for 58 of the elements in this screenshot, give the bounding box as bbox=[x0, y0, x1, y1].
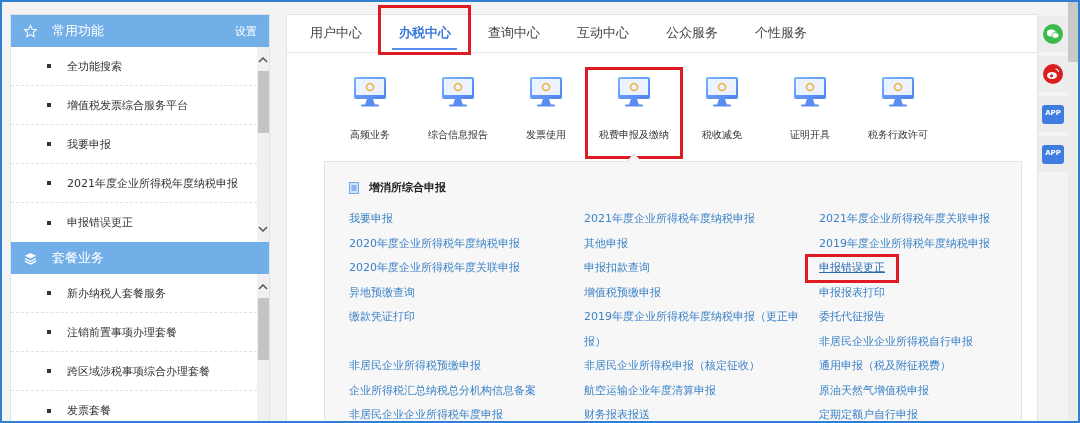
service-link[interactable]: 航空运输企业年度清算申报 bbox=[584, 378, 716, 403]
star-icon bbox=[23, 23, 38, 39]
scrollbar[interactable] bbox=[257, 47, 269, 242]
service-link[interactable]: 非居民企业企业所得税年度申报 bbox=[349, 403, 503, 421]
service-link[interactable]: 定期定额户自行申报 bbox=[819, 403, 918, 421]
settings-link[interactable]: 设置 bbox=[235, 23, 257, 39]
service-link[interactable]: 财务报表报送 bbox=[584, 403, 650, 421]
monitor-icon bbox=[705, 76, 739, 108]
sidebar-item[interactable]: 发票套餐 bbox=[11, 391, 257, 421]
service-link[interactable]: 2020年度企业所得税年度纳税申报 bbox=[349, 231, 520, 256]
service-link[interactable]: 我要申报 bbox=[349, 207, 393, 232]
monitor-icon bbox=[529, 76, 563, 108]
monitor-icon bbox=[793, 76, 827, 108]
category-item[interactable]: 证明开具 bbox=[766, 72, 854, 156]
scrollbar[interactable] bbox=[257, 274, 269, 421]
service-link[interactable]: 申报错误更正 bbox=[807, 256, 897, 281]
monitor-icon bbox=[617, 76, 651, 108]
panel-title: 增消所综合申报 bbox=[369, 180, 446, 195]
service-link[interactable]: 申报扣款查询 bbox=[584, 256, 650, 281]
share-button[interactable] bbox=[1038, 16, 1068, 52]
service-link[interactable]: 2020年度企业所得税年度关联申报 bbox=[349, 256, 520, 281]
tab[interactable]: 用户中心 bbox=[291, 15, 380, 52]
tab[interactable]: 查询中心 bbox=[469, 15, 558, 52]
service-link[interactable]: 增值税预缴申报 bbox=[584, 280, 661, 305]
service-link[interactable]: 企业所得税汇总纳税总分机构信息备案 bbox=[349, 378, 536, 403]
document-icon bbox=[349, 181, 359, 194]
service-link[interactable]: 通用申报（税及附征税费） bbox=[819, 354, 951, 379]
category-item[interactable]: 综合信息报告 bbox=[414, 72, 502, 156]
page-scrollbar[interactable] bbox=[1068, 2, 1078, 421]
monitor-icon bbox=[353, 76, 387, 108]
section-title: 套餐业务 bbox=[52, 249, 105, 267]
service-link[interactable]: 原油天然气增值税申报 bbox=[819, 378, 929, 403]
service-link[interactable]: 缴款凭证打印 bbox=[349, 305, 415, 330]
tab[interactable]: 公众服务 bbox=[647, 15, 736, 52]
service-link[interactable]: 其他申报 bbox=[584, 231, 628, 256]
eye-logo-icon bbox=[1043, 64, 1063, 84]
category-item[interactable]: 税务行政许可 bbox=[854, 72, 942, 156]
tab[interactable]: 互动中心 bbox=[558, 15, 647, 52]
monitor-icon bbox=[441, 76, 475, 108]
service-link[interactable]: 2021年度企业所得税年度纳税申报 bbox=[584, 207, 755, 232]
service-link[interactable]: 2019年度企业所得税年度纳税申报 bbox=[819, 231, 990, 256]
service-link[interactable]: 非居民企业所得税预缴申报 bbox=[349, 354, 481, 379]
share-button[interactable] bbox=[1038, 56, 1068, 92]
layers-icon bbox=[23, 250, 38, 266]
service-link[interactable]: 2019年度企业所得税年度纳税申报（更正申报） bbox=[584, 305, 813, 354]
tab[interactable]: 办税中心 bbox=[380, 7, 469, 53]
service-link[interactable]: 2021年度企业所得税年度关联申报 bbox=[819, 207, 990, 232]
service-link[interactable]: 非居民企业企业所得税自行申报 bbox=[819, 329, 973, 354]
chat-bubbles-icon bbox=[1043, 24, 1063, 44]
service-link[interactable]: 申报报表打印 bbox=[819, 280, 885, 305]
service-link[interactable]: 非居民企业所得税申报（核定征收） bbox=[584, 354, 760, 379]
section-title: 常用功能 bbox=[52, 22, 105, 40]
category-item[interactable]: 高频业务 bbox=[326, 72, 414, 156]
service-link[interactable]: 异地预缴查询 bbox=[349, 280, 415, 305]
sidebar-item[interactable]: 申报错误更正 bbox=[11, 203, 257, 242]
tab[interactable]: 个性服务 bbox=[736, 15, 825, 52]
monitor-icon bbox=[881, 76, 915, 108]
service-link[interactable]: 委托代征报告 bbox=[819, 305, 885, 330]
